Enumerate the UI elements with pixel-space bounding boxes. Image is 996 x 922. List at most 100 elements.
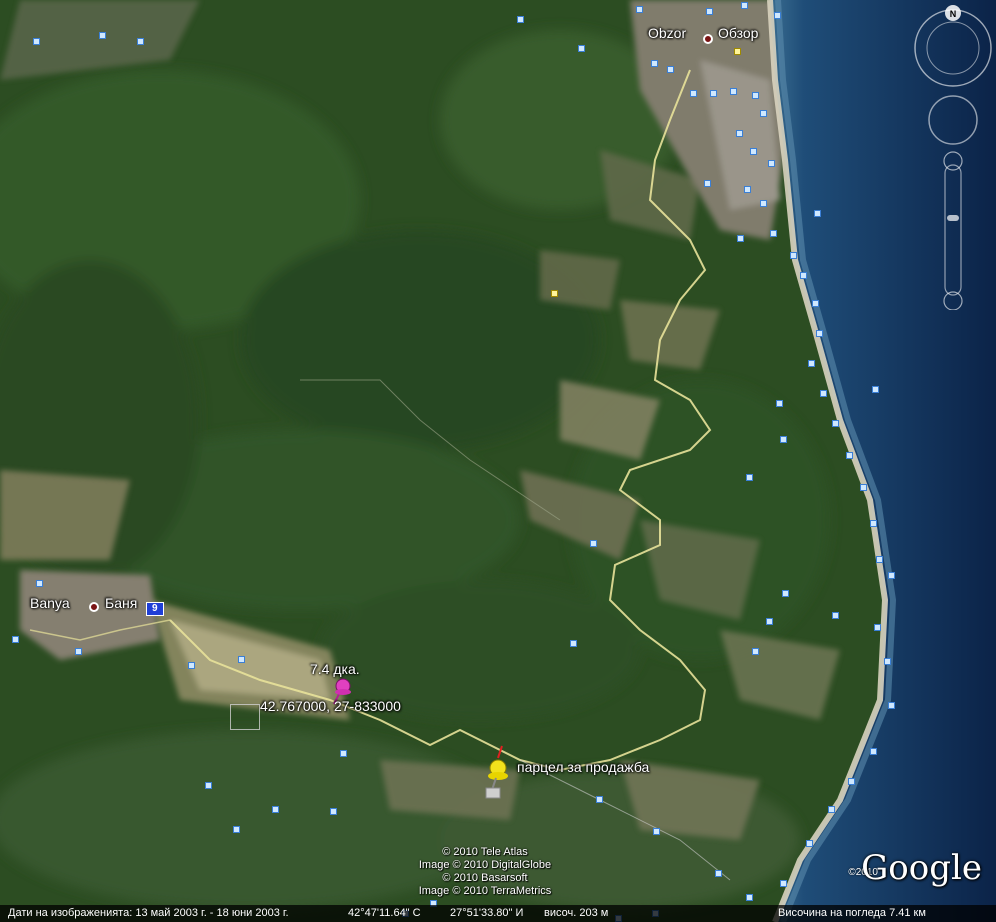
poi-marker-icon[interactable] [12,636,19,643]
poi-marker-icon[interactable] [137,38,144,45]
poi-marker-icon[interactable] [876,556,883,563]
poi-marker-icon[interactable] [816,330,823,337]
place-label-banya-cyrillic[interactable]: Баня [105,595,137,611]
copyright-block: © 2010 Tele Atlas Image © 2010 DigitalGl… [400,846,570,898]
place-label-banya-latin[interactable]: Banya [30,595,70,611]
poi-marker-icon[interactable] [578,45,585,52]
poi-marker-icon[interactable] [808,360,815,367]
poi-marker-icon[interactable] [690,90,697,97]
poi-marker-icon[interactable] [872,386,879,393]
poi-marker-icon[interactable] [888,702,895,709]
move-joystick [928,95,978,145]
poi-marker-icon[interactable] [272,806,279,813]
target-square-icon [230,704,260,730]
poi-marker-icon[interactable] [760,110,767,117]
poi-marker-icon[interactable] [870,748,877,755]
poi-marker-icon[interactable] [746,474,753,481]
placemark-label-coords[interactable]: 42.767000, 27-833000 [260,698,401,714]
poi-marker-icon[interactable] [790,252,797,259]
place-label-obzor-cyrillic[interactable]: Обзор [718,25,758,41]
poi-marker-icon[interactable] [238,656,245,663]
poi-marker-icon[interactable] [744,186,751,193]
poi-marker-icon[interactable] [766,618,773,625]
poi-marker-icon[interactable] [770,230,777,237]
poi-marker-icon[interactable] [750,148,757,155]
poi-marker-icon[interactable] [828,806,835,813]
poi-marker-icon[interactable] [752,648,759,655]
poi-marker-icon[interactable] [782,590,789,597]
poi-marker-icon[interactable] [636,6,643,13]
poi-marker-icon[interactable] [340,750,347,757]
poi-marker-icon[interactable] [848,778,855,785]
poi-marker-icon[interactable] [736,130,743,137]
poi-marker-icon[interactable] [846,452,853,459]
placemark-label-area[interactable]: 7.4 дка. [310,661,360,677]
poi-marker-icon[interactable] [780,436,787,443]
poi-marker-icon[interactable] [517,16,524,23]
poi-marker-icon[interactable] [653,828,660,835]
poi-marker-icon[interactable] [780,880,787,887]
poi-marker-icon[interactable] [746,894,753,901]
poi-marker-icon[interactable] [768,160,775,167]
poi-marker-icon[interactable] [752,92,759,99]
north-label: N [950,9,957,19]
poi-marker-icon[interactable] [776,400,783,407]
poi-marker-icon[interactable] [75,648,82,655]
poi-marker-icon[interactable] [814,210,821,217]
poi-marker-icon[interactable] [760,200,767,207]
poi-marker-icon[interactable] [737,235,744,242]
poi-marker-icon[interactable] [590,540,597,547]
elevation-readout: височ. 203 м [544,907,609,919]
place-dot-obzor[interactable] [703,34,713,44]
poi-marker-icon[interactable] [33,38,40,45]
poi-marker-icon[interactable] [233,826,240,833]
poi-marker-icon[interactable] [330,808,337,815]
poi-marker-icon[interactable] [551,290,558,297]
poi-marker-icon[interactable] [667,66,674,73]
place-label-obzor-latin[interactable]: Obzor [648,25,686,41]
poi-marker-icon[interactable] [730,88,737,95]
poi-marker-icon[interactable] [774,12,781,19]
poi-marker-icon[interactable] [570,640,577,647]
poi-marker-icon[interactable] [710,90,717,97]
poi-marker-icon[interactable] [704,180,711,187]
poi-marker-icon[interactable] [806,840,813,847]
google-logo: Google [861,848,982,888]
status-bar: Дати на изображенията: 13 май 2003 г. - … [0,905,996,922]
poi-marker-icon[interactable] [596,796,603,803]
longitude-readout: 27°51'33.80" И [450,907,524,919]
copyright-line: © 2010 Tele Atlas [442,846,528,858]
zoom-slider [943,151,963,310]
map-viewport[interactable]: Obzor Обзор Banya Баня 9 7.4 дка. 42.767… [0,0,996,922]
poi-marker-icon[interactable] [800,272,807,279]
poi-marker-icon[interactable] [820,390,827,397]
route-badge[interactable]: 9 [146,602,164,616]
poi-marker-icon[interactable] [741,2,748,9]
imagery-dates: Дати на изображенията: 13 май 2003 г. - … [8,907,289,919]
poi-marker-icon[interactable] [888,572,895,579]
poi-marker-icon[interactable] [860,484,867,491]
look-joystick: N [914,5,992,87]
poi-marker-icon[interactable] [706,8,713,15]
poi-marker-icon[interactable] [715,870,722,877]
eye-altitude-readout: Височина на погледа 7.41 км [778,907,926,919]
poi-marker-icon[interactable] [884,658,891,665]
place-dot-banya[interactable] [89,602,99,612]
poi-marker-icon[interactable] [832,612,839,619]
poi-marker-icon[interactable] [812,300,819,307]
poi-marker-icon[interactable] [205,782,212,789]
poi-marker-icon[interactable] [832,420,839,427]
latitude-readout: 42°47'11.64" С [348,907,421,919]
poi-marker-icon[interactable] [870,520,877,527]
poi-marker-icon[interactable] [874,624,881,631]
poi-marker-icon[interactable] [188,662,195,669]
copyright-line: Image © 2010 DigitalGlobe [418,859,552,871]
yellow-pushpin-icon[interactable] [484,744,516,800]
poi-marker-icon[interactable] [651,60,658,67]
copyright-line: © 2010 Basarsoft [442,872,528,884]
navigation-controls[interactable]: N [906,0,996,310]
placemark-label-parcel[interactable]: парцел за продажба [517,759,649,775]
poi-marker-icon[interactable] [99,32,106,39]
poi-marker-icon[interactable] [734,48,741,55]
poi-marker-icon[interactable] [36,580,43,587]
